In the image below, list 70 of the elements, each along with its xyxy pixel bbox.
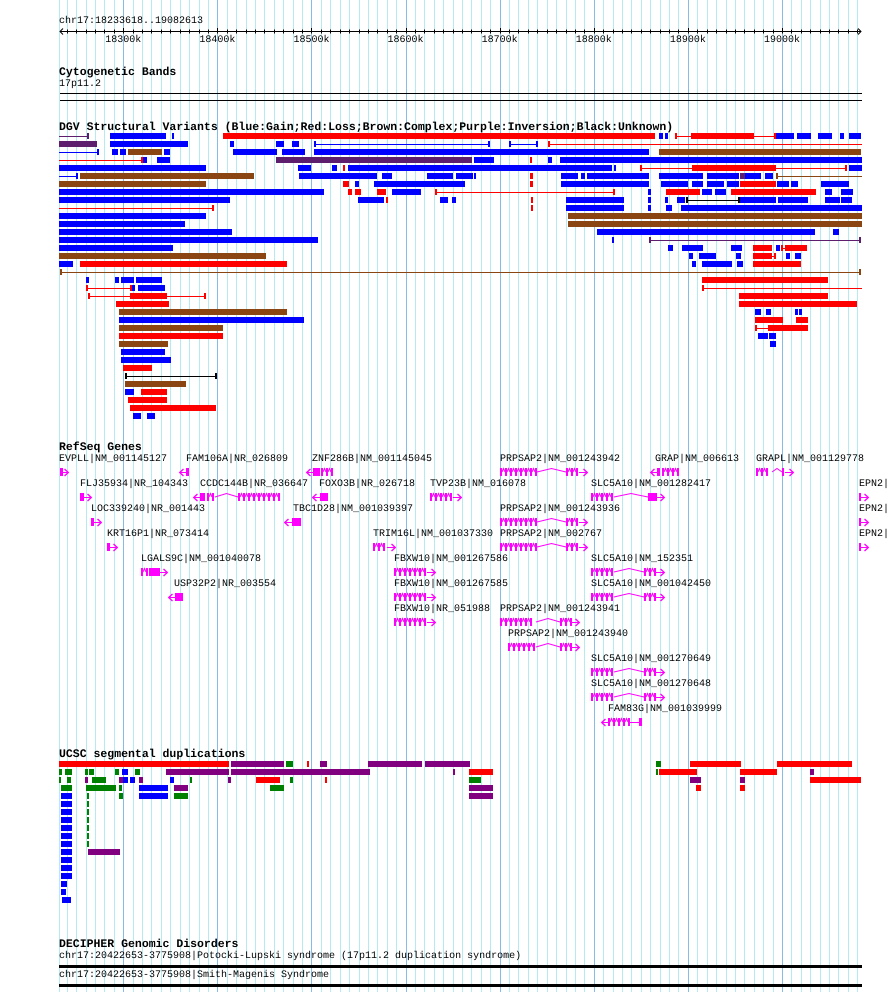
gene-model <box>80 492 92 502</box>
tick-label: 18800k <box>576 35 612 46</box>
gene-model <box>312 492 328 502</box>
gene-model <box>91 517 102 527</box>
gene-label: PRPSAP2|NM_001243941 <box>500 604 620 616</box>
gene-label: PRPSAP2|NM_002767 <box>500 529 602 541</box>
gene-label: SLC5A10|NM_001270648 <box>591 679 712 691</box>
gene-model <box>601 717 642 727</box>
gene-label: ZNF286B|NM_001145045 <box>312 454 432 466</box>
gene-label: PRPSAP2|NM_001243936 <box>500 504 620 516</box>
gene-model <box>430 492 462 502</box>
gene-label: FLJ35934|NR_104343 <box>80 479 188 491</box>
gene-label: TBC1D28|NM_001039397 <box>293 504 414 516</box>
gene-label: EPN2| <box>859 504 890 516</box>
track-title: Cytogenetic Bands <box>59 67 176 79</box>
gene-model <box>179 467 189 477</box>
gene-label: SLC5A10|NM_001042450 <box>591 579 712 591</box>
track-title: UCSC segmental duplications <box>59 749 246 760</box>
gene-label: TRIM16L|NM_001037330 <box>373 529 494 541</box>
gene-label: FAM83G|NM_001039999 <box>608 704 722 716</box>
tick-label: 18600k <box>388 35 424 46</box>
gene-label: EVPLL|NM_001145127 <box>59 454 168 466</box>
gene-label: SLC5A10|NM_152351 <box>591 554 694 566</box>
gene-label: TVP23B|NM_016078 <box>430 479 526 491</box>
gene-label: LGALS9C|NM_001040078 <box>141 554 262 566</box>
gene-model <box>107 542 118 552</box>
gene-model <box>373 542 396 552</box>
gene-label: KRT16P1|NR_073414 <box>107 529 210 541</box>
gene-label: SLC5A10|NM_001270649 <box>591 654 712 666</box>
gene-model <box>508 642 580 652</box>
gene-label: FOXO3B|NR_026718 <box>319 479 416 491</box>
gene-label: PRPSAP2|NM_001243942 <box>500 454 620 466</box>
tick-label: 18700k <box>482 35 518 46</box>
tick-label: 18400k <box>199 35 236 46</box>
band-label: 17p11.2 <box>59 79 102 91</box>
tick-label: 19000k <box>764 35 800 46</box>
gene-model <box>650 467 682 477</box>
gene-label: PRPSAP2|NM_001243940 <box>508 629 628 641</box>
gene-model <box>394 592 436 602</box>
gene-label: FAM106A|NR_026809 <box>186 454 288 466</box>
track-title: RefSeq Genes <box>59 442 142 454</box>
gene-label: LOC339240|NR_001443 <box>91 504 206 516</box>
disorder-label: chr17:20422653-3775908|Smith-Magenis Syndrome <box>59 970 330 982</box>
tick-label: 18300k <box>105 35 142 46</box>
gene-label: GRAPL|NM_001129778 <box>756 454 864 466</box>
gene-model <box>859 542 869 552</box>
gene-label: EPN2| <box>859 529 890 541</box>
gene-model <box>394 567 436 577</box>
gene-model <box>756 467 794 477</box>
gene-label: FBXW10|NM_001267585 <box>394 579 508 591</box>
tick-label: 18900k <box>670 35 706 46</box>
gene-model <box>394 617 436 627</box>
gene-label: USP32P2|NR_003554 <box>174 579 276 591</box>
gene-label: SLC5A10|NM_001282417 <box>591 479 712 491</box>
gene-model <box>168 592 183 602</box>
gene-label: FBXW10|NR_051988 <box>394 604 490 616</box>
gene-label: CCDC144B|NR_036647 <box>200 479 308 491</box>
gene-label: EPN2| <box>859 479 890 491</box>
gene-model <box>59 467 69 477</box>
tick-label: 18500k <box>293 35 330 46</box>
region-label: chr17:18233618..19082613 <box>59 16 204 27</box>
gene-model <box>284 517 301 527</box>
track-title: DGV Structural Variants (Blue:Gain;Red:Loss;Brown:Complex;Purple:Inversion;Black:Unknown) <box>59 122 674 133</box>
gene-label: GRAP|NM_006613 <box>655 454 740 466</box>
track-title: DECIPHER Genomic Disorders <box>59 939 238 951</box>
disorder-label: chr17:20422653-3775908|Potocki-Lupski syndrome (17p11.2 duplication syndrome) <box>59 951 522 963</box>
gene-model <box>859 492 869 502</box>
gene-model <box>141 567 168 577</box>
gene-model <box>859 517 869 527</box>
gene-label: FBXW10|NM_001267586 <box>394 554 508 566</box>
